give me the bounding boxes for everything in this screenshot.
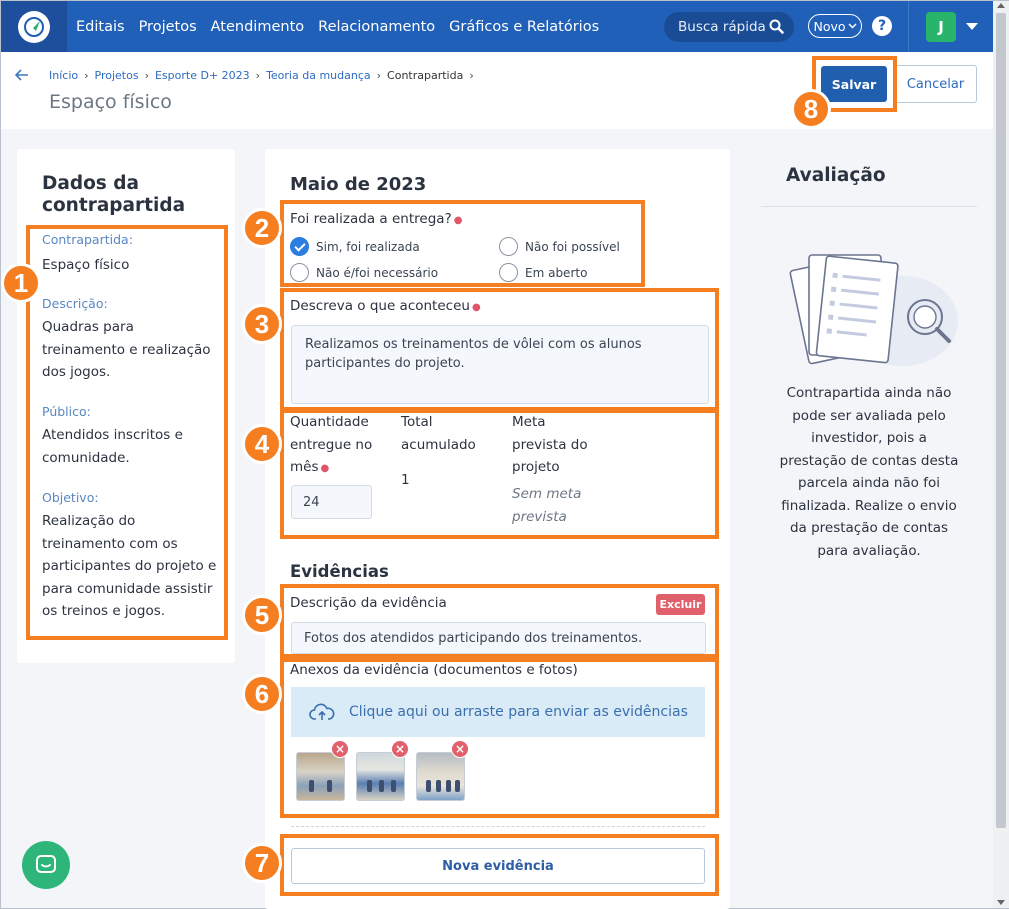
annotation-number-6: 6	[242, 674, 282, 714]
help-icon[interactable]: ?	[872, 16, 892, 36]
breadcrumb-separator: ›	[84, 69, 89, 82]
evaluation-title: Avaliação	[786, 165, 886, 186]
scroll-down-arrow-icon[interactable]	[997, 900, 1005, 905]
annotation-box-3	[280, 288, 719, 411]
nav-projetos[interactable]: Projetos	[139, 19, 197, 35]
annotation-box-4	[280, 409, 719, 539]
nav-graficos-relatorios[interactable]: Gráficos e Relatórios	[449, 19, 599, 35]
breadcrumb: Início › Projetos › Esporte D+ 2023 › Teori…	[49, 69, 480, 82]
nav-divider	[908, 1, 909, 52]
annotation-number-8: 8	[791, 89, 831, 129]
search-placeholder: Busca rápida	[678, 19, 766, 35]
back-arrow-icon[interactable]	[14, 66, 29, 85]
logo-icon	[18, 10, 50, 43]
cancel-button[interactable]: Cancelar	[894, 65, 977, 103]
annotation-number-7: 7	[242, 843, 282, 883]
nav-relacionamento[interactable]: Relacionamento	[318, 19, 435, 35]
breadcrumb-separator: ›	[469, 69, 474, 82]
card-title: Dados da contrapartida	[42, 173, 186, 216]
annotation-box-1	[26, 225, 228, 640]
breadcrumb-projetos[interactable]: Projetos	[95, 69, 139, 82]
annotation-number-3: 3	[242, 304, 282, 344]
nav-editais[interactable]: Editais	[76, 19, 125, 35]
logo[interactable]	[1, 1, 67, 52]
page-title: Espaço físico	[49, 91, 172, 113]
novo-button[interactable]: Novo	[808, 14, 862, 38]
search-icon[interactable]	[769, 19, 784, 38]
annotation-box-6	[280, 658, 719, 818]
annotation-box-2	[280, 200, 645, 287]
scrollbar-thumb[interactable]	[996, 13, 1006, 828]
evidence-section-title: Evidências	[290, 562, 389, 581]
evaluation-message: Contrapartida ainda não pode ser avaliad…	[779, 385, 959, 559]
annotation-number-2: 2	[242, 208, 282, 248]
annotation-number-4: 4	[242, 424, 282, 464]
chevron-down-icon	[847, 23, 857, 29]
breadcrumb-separator: ›	[144, 69, 149, 82]
breadcrumb-esporte[interactable]: Esporte D+ 2023	[155, 69, 250, 82]
scroll-up-arrow-icon[interactable]	[997, 3, 1005, 8]
breadcrumb-separator: ›	[255, 69, 261, 82]
search-input[interactable]: Busca rápida	[664, 12, 794, 42]
main-menu: Editais Projetos Atendimento Relacioname…	[76, 19, 613, 35]
novo-label: Novo	[813, 18, 846, 34]
section-divider	[291, 826, 705, 827]
avatar-menu-caret-icon[interactable]	[966, 23, 978, 30]
period-title: Maio de 2023	[290, 174, 427, 195]
breadcrumb-current: Contrapartida	[387, 69, 464, 82]
annotation-box-5	[280, 584, 719, 658]
breadcrumb-teoria[interactable]: Teoria da mudança	[266, 69, 371, 82]
annotation-number-5: 5	[242, 595, 282, 635]
document-magnifier-icon	[783, 241, 963, 375]
chat-icon[interactable]	[22, 841, 70, 889]
breadcrumb-separator: ›	[376, 69, 382, 82]
breadcrumb-inicio[interactable]: Início	[49, 69, 78, 82]
nav-atendimento[interactable]: Atendimento	[211, 19, 305, 35]
evaluation-divider	[761, 206, 977, 207]
annotation-number-1: 1	[1, 263, 41, 303]
annotation-box-7	[280, 834, 719, 896]
avatar[interactable]: J	[926, 12, 956, 42]
